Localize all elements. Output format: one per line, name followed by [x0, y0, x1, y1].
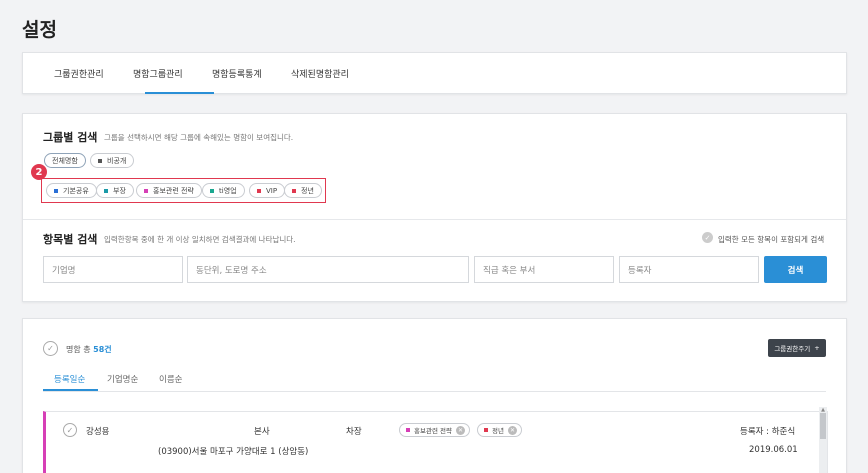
group-color-dot: [210, 188, 214, 193]
sort-tab-company[interactable]: 기업명순: [107, 373, 138, 385]
group-color-dot: [104, 188, 108, 193]
tab-registration-stats[interactable]: 명함등록통계: [212, 67, 262, 80]
check-icon[interactable]: ✓: [702, 232, 713, 243]
group-color-dot: [292, 188, 296, 193]
group-chip-label: 정년: [301, 186, 314, 195]
group-color-dot: [144, 188, 148, 193]
group-color-dot: [484, 428, 488, 432]
row-check-icon[interactable]: ✓: [63, 423, 77, 437]
count-prefix: 명함 총: [66, 345, 91, 354]
section-divider: [23, 219, 846, 220]
group-chip-private[interactable]: 비공개: [90, 153, 135, 168]
group-chip-label: VIP: [266, 186, 278, 195]
address-input[interactable]: 동단위, 도로명 주소: [187, 256, 469, 283]
group-tag: 정년 ✕: [477, 423, 522, 437]
registrant: 등록자 : 하준식: [740, 427, 796, 437]
active-tab-indicator: [145, 92, 214, 94]
group-chip-label: 전체명함: [52, 156, 78, 165]
group-chip-manager[interactable]: 부장: [96, 183, 134, 198]
count-value: 58건: [93, 345, 112, 354]
contact-address: (03900)서울 마포구 가양대로 1 (상암동): [158, 447, 309, 457]
group-color-dot: [54, 188, 58, 193]
group-chip-ti-sales[interactable]: ti영업: [202, 183, 245, 198]
card-list-panel: ✓ 명함 총 58건 그룹권한주기 + 등록일순 기업명순 이름순 ✓ 강성용 …: [22, 318, 847, 473]
contact-company: 본사: [254, 427, 270, 437]
group-chip-label: 비공개: [107, 156, 127, 165]
group-tag: 홍보관련 전략 ✕: [399, 423, 470, 437]
registrant-input[interactable]: 등록자: [619, 256, 759, 283]
card-count: 명함 총 58건: [66, 344, 112, 355]
list-item[interactable]: ✓ 강성용 본사 차장 홍보관련 전략 ✕ 정년 ✕ 등록자 : 하준식 (03…: [43, 411, 828, 473]
group-color-dot: [257, 188, 261, 193]
group-chip-label: 홍보관련 전략: [153, 186, 194, 195]
tab-deleted-cards[interactable]: 삭제된명함관리: [291, 67, 349, 80]
group-chip-label: 부장: [113, 186, 126, 195]
registered-date: 2019.06.01: [749, 445, 798, 455]
tab-bar: 그룹권한관리 명함그룹관리 명함등록통계 삭제된명함관리: [22, 52, 847, 94]
search-button[interactable]: 검색: [764, 256, 827, 283]
company-input[interactable]: 기업명: [43, 256, 183, 283]
group-chip-retire[interactable]: 정년: [284, 183, 322, 198]
button-label: 그룹권한주기: [774, 345, 811, 353]
group-chip-basic-share[interactable]: 기본공유: [46, 183, 97, 198]
contact-name: 강성용: [86, 427, 110, 437]
plus-icon: +: [814, 344, 820, 352]
group-search-title: 그룹별 검색: [43, 131, 98, 144]
group-chip-all[interactable]: 전체명함: [44, 153, 86, 168]
active-sort-indicator: [43, 389, 98, 391]
scroll-thumb[interactable]: [820, 413, 826, 439]
sort-tab-date[interactable]: 등록일순: [54, 373, 85, 385]
remove-tag-icon[interactable]: ✕: [507, 425, 517, 435]
page-title: 설정: [22, 19, 57, 41]
field-search-title: 항목별 검색: [43, 233, 98, 246]
remove-tag-icon[interactable]: ✕: [455, 425, 465, 435]
contact-position: 차장: [346, 427, 362, 437]
group-search-description: 그룹을 선택하시면 해당 그룹에 속해있는 명함이 보여집니다.: [104, 133, 294, 142]
tag-label: 홍보관련 전략: [414, 427, 452, 435]
group-chip-label: ti영업: [219, 186, 237, 195]
field-search-description: 입력한항목 중에 한 개 이상 일치하면 검색결과에 나타납니다.: [104, 235, 296, 244]
sort-tab-name[interactable]: 이름순: [159, 373, 182, 385]
grant-group-permission-button[interactable]: 그룹권한주기 +: [768, 339, 826, 357]
group-color-dot: [406, 428, 410, 432]
search-panel: 그룹별 검색 그룹을 선택하시면 해당 그룹에 속해있는 명함이 보여집니다. …: [22, 113, 847, 302]
select-all-check-icon[interactable]: ✓: [43, 341, 58, 356]
group-chip-pr-strategy[interactable]: 홍보관련 전략: [136, 183, 202, 198]
tab-card-group[interactable]: 명함그룹관리: [133, 67, 183, 80]
include-all-label[interactable]: 입력한 모든 항목이 포함되게 검색: [718, 234, 824, 245]
group-color-dot: [98, 158, 102, 163]
scrollbar[interactable]: ▲: [819, 407, 827, 473]
position-input[interactable]: 직급 혹은 부서: [474, 256, 614, 283]
tab-group-permission[interactable]: 그룹권한관리: [54, 67, 104, 80]
tag-label: 정년: [492, 427, 504, 435]
sort-divider: [43, 391, 826, 392]
group-chip-vip[interactable]: VIP: [249, 183, 286, 198]
group-chip-label: 기본공유: [63, 186, 89, 195]
